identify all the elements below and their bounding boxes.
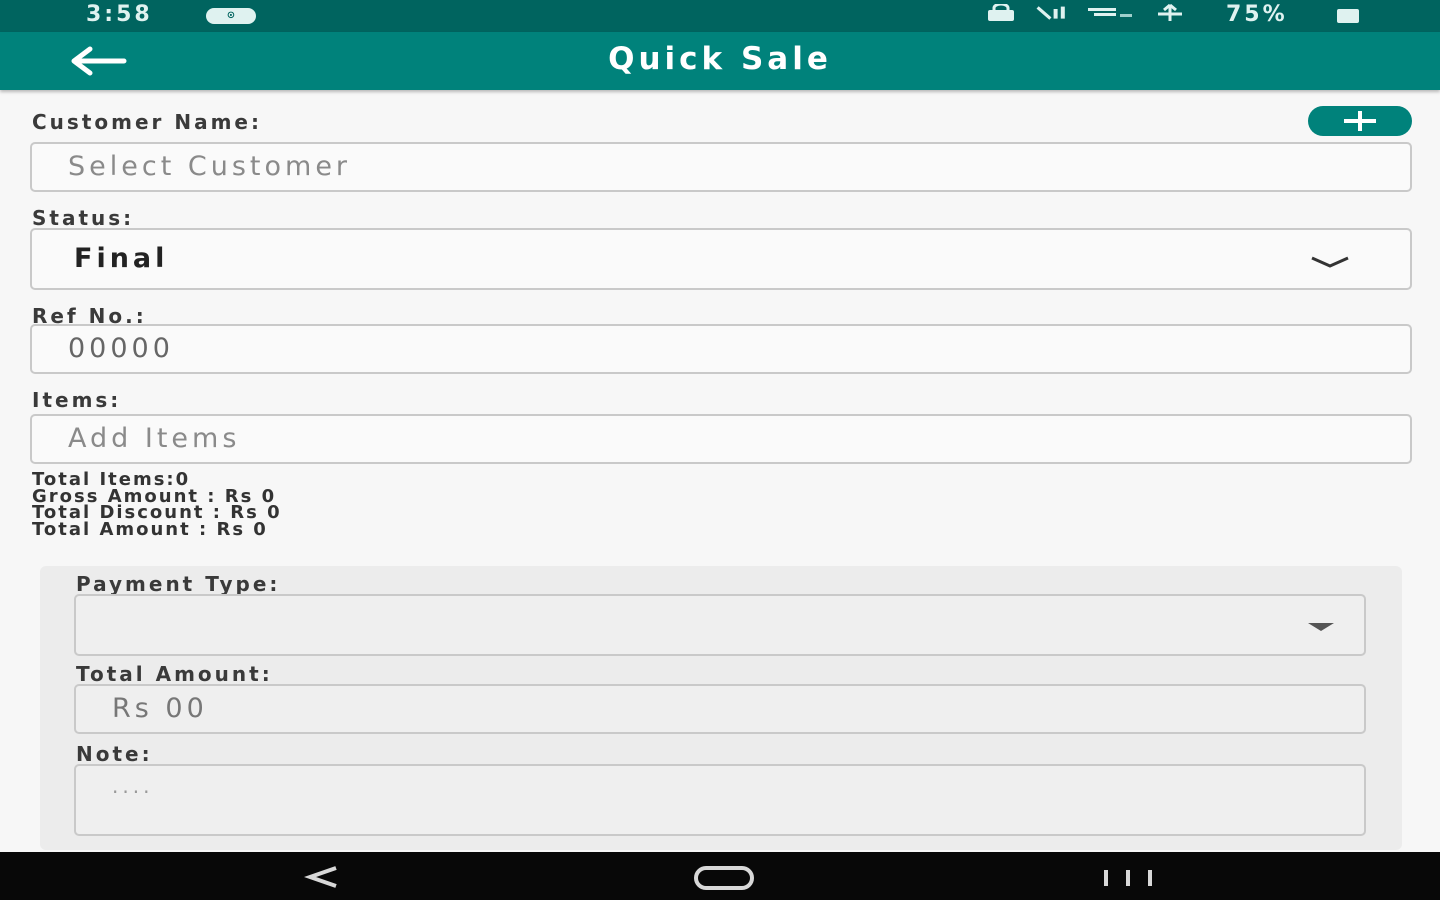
battery-icon [1337, 9, 1359, 23]
customer-placeholder: Select Customer [68, 151, 352, 182]
customer-select-field[interactable]: Select Customer [30, 142, 1412, 192]
note-placeholder: .... [112, 774, 154, 798]
payment-type-label: Payment Type: [76, 572, 281, 596]
page-title: Quick Sale [608, 41, 832, 77]
items-label: Items: [32, 388, 122, 412]
add-customer-button[interactable] [1308, 106, 1412, 136]
status-dropdown[interactable]: Final [30, 228, 1412, 290]
dropdown-arrow-icon [1308, 623, 1334, 631]
chevron-down-icon [1311, 256, 1349, 268]
status-label: Status: [32, 206, 135, 230]
ref-no-value: 00000 [68, 333, 174, 364]
app-bar: Quick Sale [0, 32, 1440, 90]
payment-type-dropdown[interactable] [74, 594, 1366, 656]
status-icons [986, 4, 1186, 22]
total-amount-field[interactable]: Rs 00 [74, 684, 1366, 734]
data-transfer-icon [1158, 4, 1182, 21]
signal-icon [1036, 6, 1065, 20]
wifi-icon [1088, 8, 1132, 17]
total-amount-label: Total Amount: [76, 662, 273, 686]
status-time: 3:58 [86, 2, 153, 27]
customer-name-label: Customer Name: [32, 110, 262, 134]
lock-icon [988, 4, 1014, 21]
note-label: Note: [76, 742, 153, 766]
order-summary: Total Items:0 Gross Amount : Rs 0 Total … [32, 471, 282, 540]
total-amount-value: Rs 00 [112, 693, 208, 724]
status-value: Final [74, 243, 169, 274]
total-amount-text: Total Amount : Rs 0 [32, 518, 268, 540]
payment-card: Payment Type: Total Amount: Rs 00 Note: … [40, 566, 1402, 850]
ref-no-field[interactable]: 00000 [30, 324, 1412, 374]
nav-back-icon[interactable] [304, 860, 344, 894]
note-field[interactable]: .... [74, 764, 1366, 836]
items-placeholder: Add Items [68, 423, 241, 454]
status-bar: 3:58 ⊙ 75% [0, 0, 1440, 32]
battery-level: 75% [1226, 2, 1288, 27]
nav-home-icon[interactable] [692, 860, 756, 894]
status-notification-pill: ⊙ [206, 8, 256, 24]
plus-icon [1344, 111, 1376, 131]
system-nav-bar [0, 852, 1440, 900]
nav-recents-icon[interactable] [1100, 860, 1160, 894]
add-items-field[interactable]: Add Items [30, 414, 1412, 464]
